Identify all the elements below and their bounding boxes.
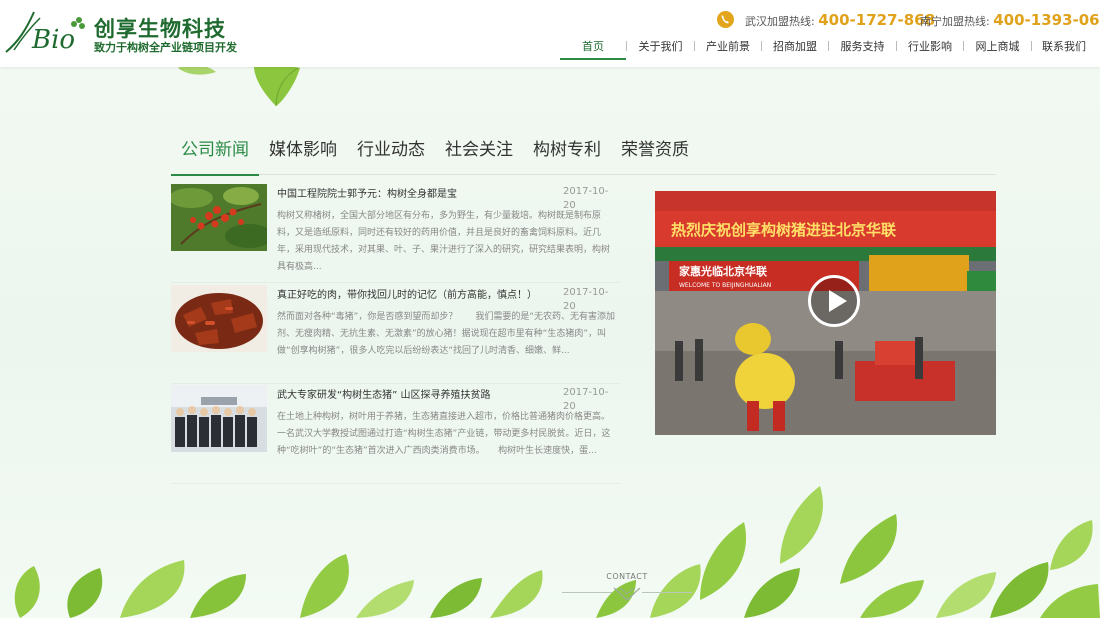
news-divider	[171, 483, 621, 484]
news-divider	[171, 383, 621, 384]
nav-item-industry-influence[interactable]: 行业影响	[897, 40, 963, 60]
video-store-sign: 家惠光临北京华联	[679, 264, 767, 278]
news-title[interactable]: 真正好吃的肉，带你找回儿时的记忆（前方高能，慎点！）	[277, 286, 537, 301]
tab-media-influence[interactable]: 媒体影响	[259, 137, 347, 175]
nav-item-online-mall[interactable]: 网上商城	[964, 40, 1031, 60]
leaf-decoration-bottom	[14, 486, 1100, 618]
contact-divider	[562, 592, 612, 593]
news-title[interactable]: 武大专家研发“构树生态猪” 山区探寻养殖扶贫路	[277, 386, 491, 401]
news-title[interactable]: 中国工程院院士郭予元：构树全身都是宝	[277, 185, 457, 200]
news-item[interactable]: 武大专家研发“构树生态猪” 山区探寻养殖扶贫路 2017-10-20 在土地上种…	[171, 385, 621, 484]
news-divider	[171, 282, 621, 283]
hotline-nanning: 南宁加盟热线: 400-1393-060	[920, 11, 1100, 29]
contact-section-label[interactable]: CONTACT	[592, 572, 662, 581]
tab-honors[interactable]: 荣誉资质	[611, 137, 699, 175]
hotline-nanning-label: 南宁加盟热线:	[920, 15, 990, 28]
nav-item-industry-prospects[interactable]: 产业前景	[695, 40, 761, 60]
tab-social-attention[interactable]: 社会关注	[435, 137, 523, 175]
nav-item-service-support[interactable]: 服务支持	[829, 40, 896, 60]
video-banner-text: 热烈庆祝创享构树猪进驻北京华联	[671, 221, 897, 239]
site-header: Bio 创享生物科技 致力于构树全产业链项目开发 武汉加盟热线: 400-172…	[0, 0, 1100, 67]
news-thumbnail-berries[interactable]	[171, 184, 267, 251]
company-logo[interactable]: Bio	[4, 8, 89, 54]
hotline-wuhan-number: 400-1727-868	[818, 11, 936, 29]
nav-item-franchise[interactable]: 招商加盟	[762, 40, 828, 60]
contact-divider	[642, 592, 692, 593]
news-item[interactable]: 真正好吃的肉，带你找回儿时的记忆（前方高能，慎点！） 2017-10-20 然而…	[171, 285, 621, 384]
nav-item-about[interactable]: 关于我们	[627, 40, 694, 60]
news-summary: 在土地上种构树，树叶用于养猪，生态猪直接进入超市，价格比普通猪肉价格更高。一名武…	[277, 412, 611, 456]
nav-item-contact[interactable]: 联系我们	[1032, 40, 1096, 60]
company-slogan: 致力于构树全产业链项目开发	[94, 41, 237, 54]
svg-text:Bio: Bio	[31, 25, 75, 54]
news-summary: 然而面对各种“毒猪”，你是否感到望而却步？ 我们需要的是“无农药、无有害添加剂、…	[277, 312, 615, 356]
hotline-wuhan: 武汉加盟热线: 400-1727-868	[745, 11, 935, 29]
nav-item-home[interactable]: 首页	[560, 40, 626, 60]
news-category-tabs: 公司新闻 媒体影响 行业动态 社会关注 构树专利 荣誉资质	[171, 137, 996, 176]
news-item[interactable]: 中国工程院院士郭予元：构树全身都是宝 2017-10-20 构树又称楮树，全国大…	[171, 184, 621, 283]
chevron-down-icon[interactable]	[612, 584, 642, 604]
hotline-nanning-number: 400-1393-060	[993, 11, 1100, 29]
main-nav: 首页 关于我们 产业前景 招商加盟 服务支持 行业影响 网上商城 联系我们	[560, 40, 1096, 60]
tab-industry-trends[interactable]: 行业动态	[347, 137, 435, 175]
tab-paper-mulberry-patents[interactable]: 构树专利	[523, 137, 611, 175]
phone-icon	[717, 11, 734, 28]
news-summary: 构树又称楮树，全国大部分地区有分布，多为野生，有少量栽培。构树既是制布原料，又是…	[277, 211, 611, 272]
promo-video-player[interactable]: 热烈庆祝创享构树猪进驻北京华联 家惠光临北京华联 WELCOME TO BEIJ…	[655, 191, 996, 435]
video-store-sign-en: WELCOME TO BEIJINGHUALIAN	[679, 282, 771, 289]
hotline-wuhan-label: 武汉加盟热线:	[745, 15, 815, 28]
leaf-decoration-top	[178, 64, 300, 107]
play-icon[interactable]	[808, 275, 860, 327]
news-thumbnail-braised-pork[interactable]	[171, 285, 267, 352]
tab-company-news[interactable]: 公司新闻	[171, 137, 259, 176]
news-thumbnail-group-photo[interactable]	[171, 385, 267, 452]
